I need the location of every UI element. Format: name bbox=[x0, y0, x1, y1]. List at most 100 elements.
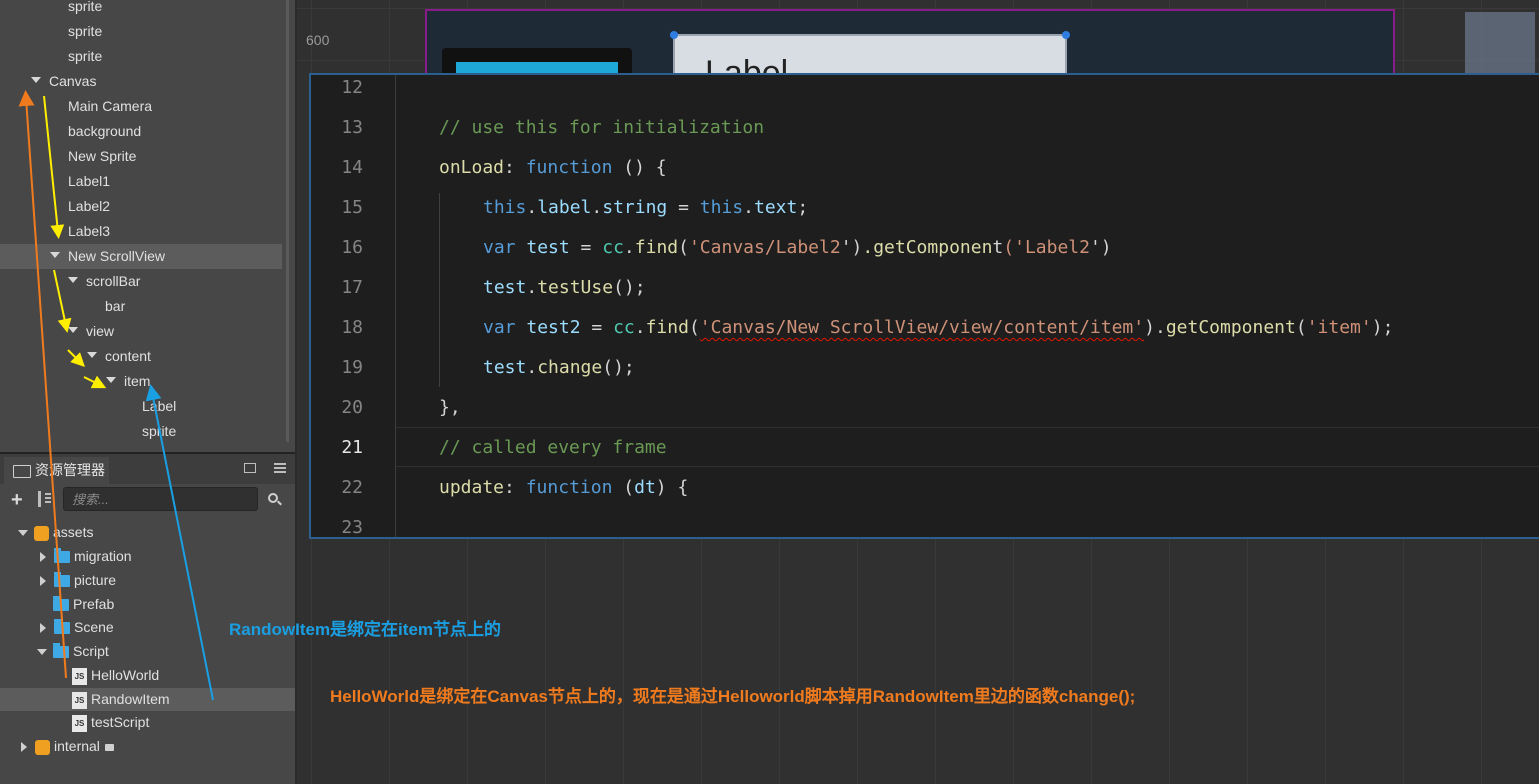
code-line[interactable]: var test = cc.find('Canvas/Label2').getC… bbox=[483, 228, 1112, 268]
expand-arrow-icon[interactable] bbox=[87, 352, 97, 359]
node-label: sprite bbox=[68, 23, 103, 39]
expand-arrow-icon[interactable] bbox=[37, 649, 47, 656]
asset-label: testScript bbox=[91, 714, 150, 730]
collapse-arrow-icon[interactable] bbox=[40, 552, 46, 563]
expand-arrow-icon[interactable] bbox=[18, 530, 28, 537]
folder-icon bbox=[54, 572, 70, 588]
hierarchy-node[interactable]: sprite bbox=[0, 419, 282, 444]
folder-icon bbox=[53, 643, 69, 659]
hierarchy-node[interactable]: Main Camera bbox=[0, 94, 282, 119]
tab-assets[interactable]: 资源管理器 bbox=[4, 457, 109, 484]
line-number: 17 bbox=[341, 277, 363, 298]
code-line[interactable]: this.label.string = this.text; bbox=[483, 188, 808, 228]
handle-dot[interactable] bbox=[1062, 31, 1070, 39]
node-label: Canvas bbox=[49, 73, 97, 89]
line-number: 22 bbox=[341, 477, 363, 498]
hierarchy-node[interactable]: bar bbox=[0, 294, 282, 319]
code-line[interactable]: // called every frame bbox=[439, 428, 667, 468]
asset-item[interactable]: JS HelloWorld bbox=[0, 664, 295, 687]
node-label: bar bbox=[105, 298, 126, 314]
asset-label: picture bbox=[74, 572, 117, 588]
hierarchy-node[interactable]: scrollBar bbox=[0, 269, 282, 294]
asset-label: Script bbox=[73, 643, 109, 659]
popout-icon[interactable] bbox=[244, 463, 256, 473]
hierarchy-scrollbar[interactable] bbox=[286, 0, 289, 442]
sprite-preview bbox=[1465, 12, 1535, 74]
lock-icon bbox=[104, 743, 114, 751]
code-line[interactable]: // use this for initialization bbox=[439, 108, 764, 148]
expand-arrow-icon[interactable] bbox=[50, 252, 60, 259]
hierarchy-node[interactable]: Label2 bbox=[0, 194, 282, 219]
sort-icon[interactable] bbox=[38, 491, 41, 507]
code-line[interactable]: onLoad: function () { bbox=[439, 148, 667, 188]
asset-label: Scene bbox=[74, 619, 114, 635]
asset-item[interactable]: JS testScript bbox=[0, 711, 295, 734]
node-label: content bbox=[105, 348, 151, 364]
collapse-arrow-icon[interactable] bbox=[40, 576, 46, 587]
expand-arrow-icon[interactable] bbox=[31, 77, 41, 84]
asset-label: assets bbox=[53, 524, 94, 540]
asset-label: HelloWorld bbox=[91, 667, 160, 683]
hierarchy-node[interactable]: background bbox=[0, 119, 282, 144]
hierarchy-node-item[interactable]: item bbox=[0, 369, 282, 394]
expand-arrow-icon[interactable] bbox=[68, 327, 78, 334]
asset-item[interactable]: assets bbox=[0, 521, 295, 544]
search-icon-handle bbox=[277, 500, 282, 506]
node-label: view bbox=[86, 323, 115, 339]
code-line[interactable]: test.change(); bbox=[483, 348, 635, 388]
hierarchy-node[interactable]: Label bbox=[0, 394, 282, 419]
node-label: Main Camera bbox=[68, 98, 153, 114]
node-label: sprite bbox=[68, 48, 103, 64]
hierarchy-node[interactable]: content bbox=[0, 344, 282, 369]
code-line[interactable]: test.testUse(); bbox=[483, 268, 646, 308]
asset-item[interactable]: Prefab bbox=[0, 593, 295, 616]
hierarchy-node[interactable]: view bbox=[0, 319, 282, 344]
search-input[interactable]: 搜索... bbox=[63, 487, 258, 511]
assets-tab-label: 资源管理器 bbox=[35, 462, 105, 478]
line-number: 19 bbox=[341, 357, 363, 378]
hierarchy-node[interactable]: sprite bbox=[0, 44, 282, 69]
code-line[interactable]: }, bbox=[439, 388, 461, 428]
collapse-arrow-icon[interactable] bbox=[21, 742, 27, 753]
code-editor[interactable]: 12 13 14 15 16 17 18 19 20 21 22 23 // u… bbox=[309, 73, 1539, 539]
hierarchy-node[interactable]: New Sprite bbox=[0, 144, 282, 169]
asset-item[interactable]: picture bbox=[0, 569, 295, 592]
folder-icon bbox=[54, 548, 70, 564]
asset-label: migration bbox=[74, 548, 132, 564]
expand-arrow-icon[interactable] bbox=[106, 377, 116, 384]
hierarchy-panel: sprite sprite sprite Canvas Main Camera … bbox=[0, 0, 295, 452]
asset-item[interactable]: migration bbox=[0, 545, 295, 568]
menu-icon[interactable] bbox=[274, 463, 286, 465]
line-number: 16 bbox=[341, 237, 363, 258]
handle-dot[interactable] bbox=[670, 31, 678, 39]
folder-icon bbox=[54, 619, 70, 635]
hierarchy-node-scrollview[interactable]: New ScrollView bbox=[0, 244, 282, 269]
asset-label: Prefab bbox=[73, 596, 115, 612]
node-label: New ScrollView bbox=[68, 248, 165, 264]
add-icon[interactable]: + bbox=[11, 490, 23, 510]
indent-guide bbox=[439, 193, 440, 387]
asset-item[interactable]: Script bbox=[0, 640, 295, 663]
database-icon bbox=[34, 525, 49, 541]
node-label: Label1 bbox=[68, 173, 111, 189]
node-label: scrollBar bbox=[86, 273, 141, 289]
annotation-note-blue: RandowItem是绑定在item节点上的 bbox=[229, 620, 502, 639]
hierarchy-node[interactable]: sprite bbox=[0, 0, 282, 19]
hierarchy-node[interactable]: Label3 bbox=[0, 219, 282, 244]
node-label: New Sprite bbox=[68, 148, 137, 164]
collapse-arrow-icon[interactable] bbox=[40, 623, 46, 634]
hierarchy-node[interactable]: sprite bbox=[0, 19, 282, 44]
code-line[interactable]: update: function (dt) { bbox=[439, 468, 688, 508]
node-label: background bbox=[68, 123, 142, 139]
line-number: 13 bbox=[341, 117, 363, 138]
asset-item-selected[interactable]: JS RandowItem bbox=[0, 688, 295, 711]
asset-item[interactable]: internal bbox=[0, 735, 295, 758]
asset-label: RandowItem bbox=[91, 691, 170, 707]
hierarchy-node-canvas[interactable]: Canvas bbox=[0, 69, 282, 94]
expand-arrow-icon[interactable] bbox=[68, 277, 78, 284]
hierarchy-node[interactable]: Label1 bbox=[0, 169, 282, 194]
line-number: 14 bbox=[341, 157, 363, 178]
code-line[interactable]: var test2 = cc.find('Canvas/New ScrollVi… bbox=[483, 308, 1393, 348]
node-label: Label3 bbox=[68, 223, 111, 239]
node-label: Label2 bbox=[68, 198, 111, 214]
